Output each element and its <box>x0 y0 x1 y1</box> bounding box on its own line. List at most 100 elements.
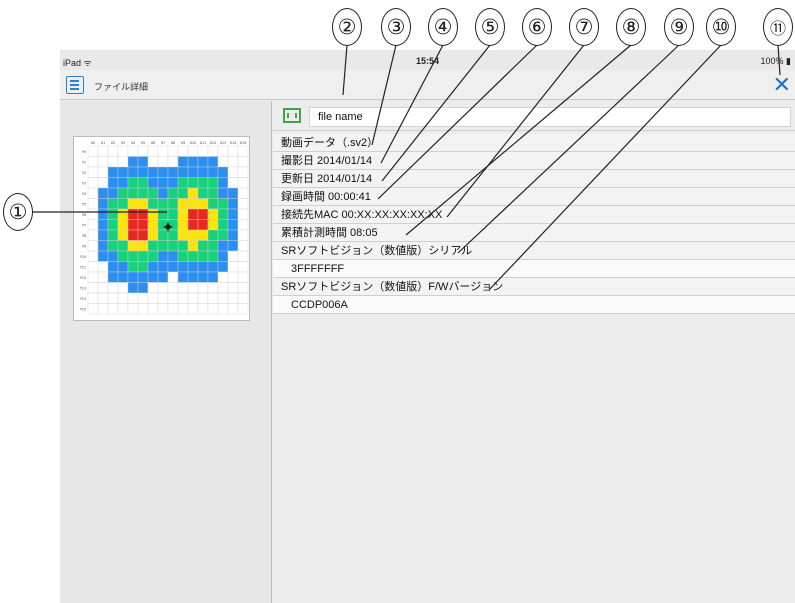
heatmap-cell <box>97 303 109 315</box>
heatmap-cell <box>187 177 199 189</box>
callout-11: ⑪ <box>763 8 793 46</box>
heatmap-cell <box>117 177 129 189</box>
heatmap-cell <box>157 198 169 210</box>
heatmap-cell <box>137 240 149 252</box>
heatmap-thumbnail[interactable]: X0 X1 X2 X3 X4 X5 X6 X7 X8 X9 X10 X11 X12 X13 X14 X15 Y0… <box>73 136 250 321</box>
heatmap-cell <box>217 166 229 178</box>
heatmap-cell <box>137 282 149 294</box>
heatmap-cell <box>117 261 129 273</box>
callout-4: ④ <box>428 8 458 46</box>
heatmap-col-label: X3 <box>121 141 125 145</box>
hamburger-icon[interactable] <box>66 76 84 94</box>
heatmap-cell <box>197 229 209 241</box>
heatmap-cell <box>227 219 239 231</box>
heatmap-col-label: X15 <box>240 141 246 145</box>
heatmap-cell <box>177 303 189 315</box>
heatmap-cell <box>187 292 199 304</box>
heatmap-cell <box>147 240 159 252</box>
heatmap-cell <box>237 240 249 252</box>
heatmap-cell <box>187 219 199 231</box>
heatmap-cell <box>87 145 99 157</box>
heatmap-cell <box>227 303 239 315</box>
heatmap-cell <box>197 292 209 304</box>
heatmap-cell <box>207 177 219 189</box>
heatmap-cell <box>87 271 99 283</box>
total-measurement-row: 累積計測時間 08:05 <box>273 224 795 242</box>
heatmap-cell <box>167 166 179 178</box>
heatmap-row-label: Y12 <box>80 276 86 280</box>
heatmap-cell <box>117 219 129 231</box>
heatmap-cell <box>97 229 109 241</box>
heatmap-cell <box>197 187 209 199</box>
heatmap-cell <box>177 198 189 210</box>
heatmap-cell <box>97 261 109 273</box>
heatmap-cell <box>197 250 209 262</box>
heatmap-cell <box>177 208 189 220</box>
heatmap-cell <box>97 292 109 304</box>
heatmap-cell <box>237 208 249 220</box>
heatmap-cell <box>207 250 219 262</box>
heatmap-cell <box>97 198 109 210</box>
heatmap-cell <box>217 208 229 220</box>
heatmap-cell <box>237 177 249 189</box>
heatmap-cell <box>127 282 139 294</box>
heatmap-cell <box>187 271 199 283</box>
heatmap-cell <box>227 145 239 157</box>
heatmap-cell <box>167 177 179 189</box>
heatmap-cell <box>97 208 109 220</box>
heatmap-cell <box>107 250 119 262</box>
heatmap-cell <box>107 156 119 168</box>
heatmap-cell <box>197 156 209 168</box>
heatmap-row-label: Y14 <box>80 297 86 301</box>
heatmap-cell <box>177 282 189 294</box>
heatmap-cell <box>107 282 119 294</box>
empty-area <box>273 318 795 603</box>
heatmap-cell <box>147 250 159 262</box>
heatmap-cell <box>117 208 129 220</box>
heatmap-cell <box>237 156 249 168</box>
heatmap-cell <box>157 187 169 199</box>
heatmap-cell <box>157 229 169 241</box>
heatmap-cell <box>217 292 229 304</box>
heatmap-cell <box>197 208 209 220</box>
heatmap-cell <box>167 292 179 304</box>
heatmap-cell <box>117 292 129 304</box>
heatmap-cell <box>237 145 249 157</box>
heatmap-cell <box>157 156 169 168</box>
status-time: 15:54 <box>415 56 440 66</box>
firmware-value-row: CCDP006A <box>273 296 795 314</box>
heatmap-cell <box>147 261 159 273</box>
heatmap-cell <box>167 208 179 220</box>
heatmap-col-label: X6 <box>151 141 155 145</box>
heatmap-cell <box>127 240 139 252</box>
heatmap-cell <box>127 198 139 210</box>
heatmap-row-label: Y6 <box>82 213 86 217</box>
heatmap-cell <box>197 145 209 157</box>
heatmap-cell <box>127 271 139 283</box>
heatmap-cell <box>227 292 239 304</box>
heatmap-cell <box>227 166 239 178</box>
heatmap-cell <box>127 208 139 220</box>
heatmap-col-label: X9 <box>181 141 185 145</box>
heatmap-cell <box>167 145 179 157</box>
film-icon <box>283 108 301 123</box>
heatmap-cell <box>207 261 219 273</box>
close-button[interactable]: ✕ <box>773 73 791 97</box>
firmware-label-row: SRソフトビジョン（数値版）F/Wバージョン <box>273 278 795 296</box>
heatmap-cell <box>137 261 149 273</box>
heatmap-cell <box>187 166 199 178</box>
heatmap-cell <box>87 303 99 315</box>
heatmap-cell <box>87 156 99 168</box>
heatmap-cell <box>237 229 249 241</box>
heatmap-cell <box>87 219 99 231</box>
heatmap-cell <box>157 166 169 178</box>
heatmap-cell <box>227 208 239 220</box>
heatmap-cell <box>117 271 129 283</box>
heatmap-cell <box>197 177 209 189</box>
status-bar: iPad ᯤ 15:54 100% ▮ <box>60 50 795 70</box>
heatmap-cell <box>97 240 109 252</box>
heatmap-row-label: Y11 <box>80 266 86 270</box>
file-name-field[interactable]: file name <box>309 107 791 127</box>
heatmap-cell <box>137 303 149 315</box>
heatmap-cell <box>87 240 99 252</box>
